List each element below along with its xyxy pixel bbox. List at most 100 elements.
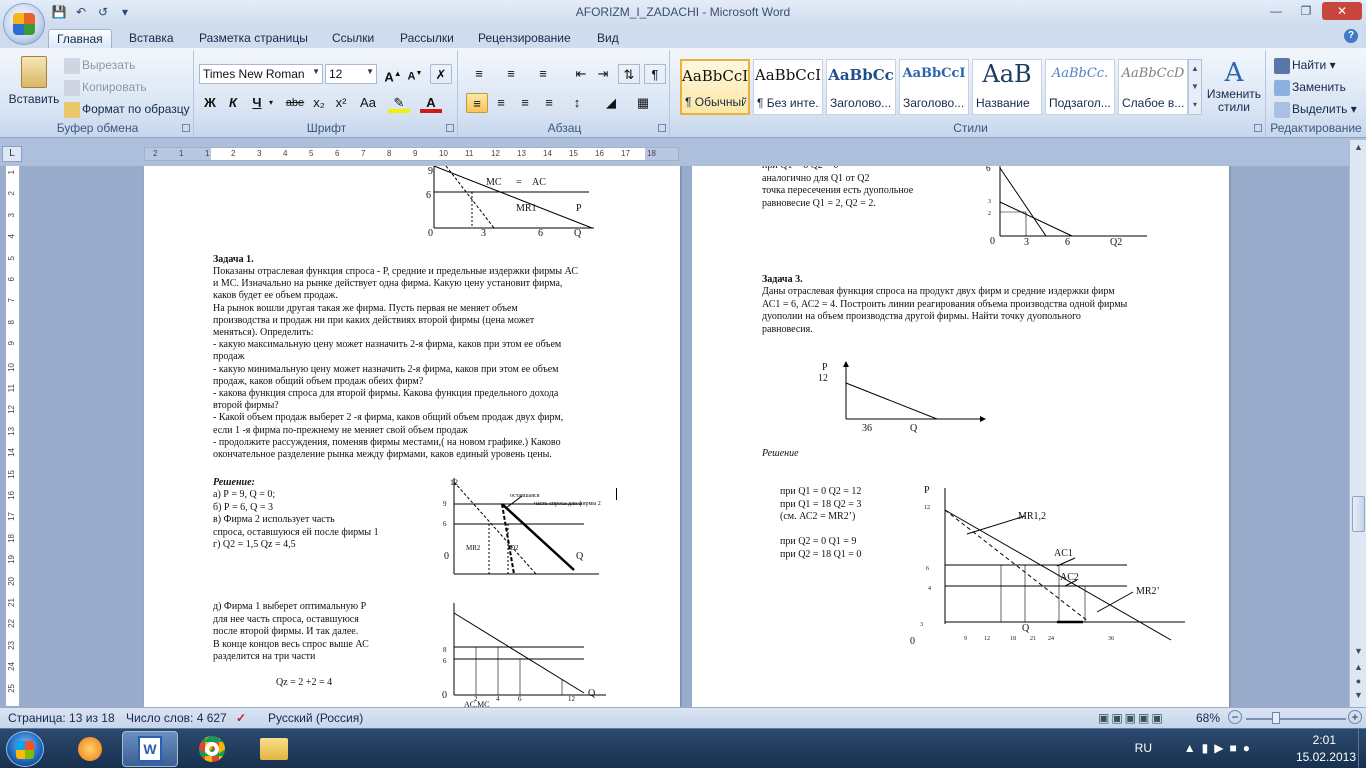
font-launcher-icon[interactable]: [446, 124, 454, 132]
underline-dropdown-icon[interactable]: ▾: [266, 93, 276, 113]
page-counter[interactable]: Страница: 13 из 18: [8, 711, 115, 725]
font-size-combo[interactable]: 12 ▼: [325, 64, 377, 84]
clear-format-icon[interactable]: ✗: [430, 64, 452, 84]
tab-references[interactable]: Ссылки: [324, 29, 382, 48]
paste-button[interactable]: Вставить: [8, 54, 60, 116]
tab-mailings[interactable]: Рассылки: [392, 29, 462, 48]
right-page[interactable]: при Q1 = 6 Q2 = 0аналогично для Q1 от Q2…: [692, 166, 1229, 707]
ruler-number: 12: [491, 149, 500, 158]
style-subtle-emphasis[interactable]: AaBbCcD Слабое в...: [1118, 59, 1188, 115]
browse-object-icon[interactable]: ●: [1352, 676, 1365, 689]
decrease-indent-icon[interactable]: ⇤: [570, 64, 592, 84]
style-no-spacing[interactable]: AaBbCcI ¶ Без инте...: [753, 59, 823, 115]
multilevel-list-icon[interactable]: ≡: [532, 64, 554, 84]
redo-icon[interactable]: ↺: [94, 4, 112, 20]
tab-review[interactable]: Рецензирование: [470, 29, 579, 48]
replace-button[interactable]: Заменить: [1274, 80, 1346, 96]
change-styles-button[interactable]: A Изменить стили: [1204, 58, 1264, 114]
language-indicator[interactable]: Русский (Россия): [268, 711, 363, 725]
bullets-icon[interactable]: ≡: [468, 64, 490, 84]
minimize-icon[interactable]: —: [1262, 2, 1290, 20]
help-icon[interactable]: ?: [1344, 29, 1358, 43]
find-button[interactable]: Найти ▾: [1274, 58, 1336, 74]
subscript-button[interactable]: x₂: [308, 93, 330, 113]
numbering-icon[interactable]: ≡: [500, 64, 522, 84]
close-icon[interactable]: ✕: [1322, 2, 1362, 20]
left-page[interactable]: MC = AC MR1 P 9 6 0 3 6 Q Задача 1. Пока…: [144, 166, 680, 707]
spellcheck-icon[interactable]: ✓: [236, 711, 246, 725]
format-painter-button[interactable]: Формат по образцу: [64, 102, 190, 118]
font-name-combo[interactable]: Times New Roman ▼: [199, 64, 323, 84]
save-icon[interactable]: 💾: [50, 4, 68, 20]
styles-launcher-icon[interactable]: [1254, 124, 1262, 132]
clock-date[interactable]: 15.02.2013: [1296, 750, 1356, 764]
undo-icon[interactable]: ↶: [72, 4, 90, 20]
line-spacing-icon[interactable]: ↕: [566, 93, 588, 113]
justify-icon[interactable]: ≡: [538, 93, 560, 113]
scroll-thumb[interactable]: [1352, 496, 1365, 532]
paragraph-launcher-icon[interactable]: [658, 124, 666, 132]
sort-icon[interactable]: ⇅: [618, 64, 640, 84]
input-language[interactable]: RU: [1135, 741, 1152, 755]
zoom-out-icon[interactable]: −: [1228, 710, 1242, 724]
change-case-button[interactable]: Aa: [354, 93, 382, 113]
style-subtitle[interactable]: AaBbCc. Подзагол...: [1045, 59, 1115, 115]
italic-button[interactable]: К: [222, 93, 244, 113]
scroll-up-icon[interactable]: ▲: [1352, 142, 1365, 155]
show-desktop-button[interactable]: [1358, 729, 1366, 768]
tab-selector-icon[interactable]: L: [2, 146, 22, 162]
shading-icon[interactable]: ◢: [600, 93, 622, 113]
align-right-icon[interactable]: ≡: [514, 93, 536, 113]
cut-button[interactable]: Вырезать: [64, 58, 135, 74]
strikethrough-button[interactable]: abe: [282, 93, 308, 113]
styles-scroll[interactable]: ▲ ▼ ▾: [1188, 59, 1202, 115]
tab-home[interactable]: Главная: [48, 29, 112, 48]
show-marks-icon[interactable]: ¶: [644, 64, 666, 84]
start-button[interactable]: [6, 731, 44, 767]
grow-font-icon[interactable]: A▲: [382, 64, 404, 84]
style-normal[interactable]: AaBbCcI ¶ Обычный: [680, 59, 750, 115]
taskbar-chrome[interactable]: [184, 731, 240, 767]
horizontal-ruler[interactable]: 2 1 1 2 3 4 5 6 7 8 9 10 11 12 13 14 15 16 17 18: [144, 147, 679, 161]
select-button[interactable]: Выделить ▾: [1274, 102, 1357, 118]
zoom-slider-thumb[interactable]: [1272, 712, 1280, 724]
shrink-font-icon[interactable]: A▼: [404, 64, 426, 84]
underline-button[interactable]: Ч: [246, 93, 268, 113]
tab-insert[interactable]: Вставка: [121, 29, 182, 48]
g5-xq: Q: [910, 423, 918, 434]
copy-button[interactable]: Копировать: [64, 80, 147, 96]
zoom-slider[interactable]: [1246, 718, 1346, 720]
scroll-down-icon[interactable]: ▼: [1352, 646, 1365, 659]
vertical-scrollbar[interactable]: ▲ ▼ ▲ ● ▼: [1349, 140, 1366, 707]
borders-icon[interactable]: ▦: [632, 93, 654, 113]
highlight-icon[interactable]: ✎: [388, 93, 410, 113]
style-heading-2[interactable]: AaBbCcI Заголово...: [899, 59, 969, 115]
tab-page-layout[interactable]: Разметка страницы: [191, 29, 316, 48]
qat-dropdown-icon[interactable]: ▾: [116, 4, 134, 20]
bold-button[interactable]: Ж: [199, 93, 221, 113]
style-title[interactable]: AaB Название: [972, 59, 1042, 115]
tab-view[interactable]: Вид: [589, 29, 627, 48]
align-left-icon[interactable]: ≡: [466, 93, 488, 113]
font-color-icon[interactable]: A: [420, 93, 442, 113]
superscript-button[interactable]: x²: [330, 93, 352, 113]
zoom-in-icon[interactable]: +: [1348, 710, 1362, 724]
zoom-level[interactable]: 68%: [1196, 711, 1220, 725]
taskbar-word[interactable]: W: [122, 731, 178, 767]
restore-icon[interactable]: ❐: [1292, 2, 1320, 20]
office-button[interactable]: [3, 3, 45, 45]
clock-time[interactable]: 2:01: [1313, 733, 1336, 747]
taskbar-explorer[interactable]: [246, 731, 302, 767]
word-count[interactable]: Число слов: 4 627: [126, 711, 227, 725]
document-area[interactable]: MC = AC MR1 P 9 6 0 3 6 Q Задача 1. Пока…: [22, 166, 1347, 707]
prev-page-icon[interactable]: ▲: [1352, 662, 1365, 675]
style-heading-1[interactable]: AaBbCc Заголово...: [826, 59, 896, 115]
taskbar-media-player[interactable]: [62, 731, 118, 767]
clipboard-launcher-icon[interactable]: [182, 124, 190, 132]
align-center-icon[interactable]: ≡: [490, 93, 512, 113]
tray-icons[interactable]: ▲▮▶■●: [1184, 741, 1256, 755]
view-buttons[interactable]: ▣▣▣▣▣: [1098, 711, 1165, 725]
vertical-ruler[interactable]: 1 2 3 4 5 6 7 8 9 10 11 12 13 14 15 16 17 18 19 20 21 22 23 24 2…: [6, 166, 20, 706]
next-page-icon[interactable]: ▼: [1352, 690, 1365, 703]
increase-indent-icon[interactable]: ⇥: [592, 64, 614, 84]
